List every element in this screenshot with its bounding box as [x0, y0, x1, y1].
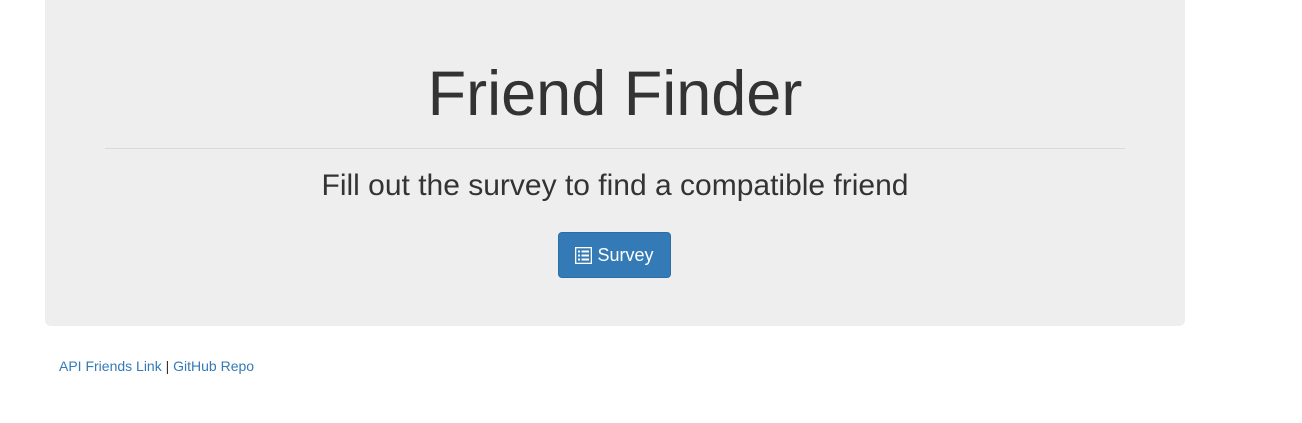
jumbotron: Friend Finder Fill out the survey to fin…	[45, 0, 1185, 326]
list-alt-icon	[575, 246, 593, 264]
divider	[105, 148, 1125, 149]
footer: API Friends Link | GitHub Repo	[59, 357, 254, 375]
page-title: Friend Finder	[427, 59, 803, 129]
page-subtitle: Fill out the survey to find a compatible…	[321, 169, 909, 202]
api-friends-link[interactable]: API Friends Link	[59, 358, 162, 374]
survey-button-label: Survey	[597, 244, 654, 265]
github-repo-link[interactable]: GitHub Repo	[173, 358, 254, 374]
footer-separator: |	[165, 358, 170, 374]
survey-button[interactable]: Survey	[558, 232, 671, 278]
